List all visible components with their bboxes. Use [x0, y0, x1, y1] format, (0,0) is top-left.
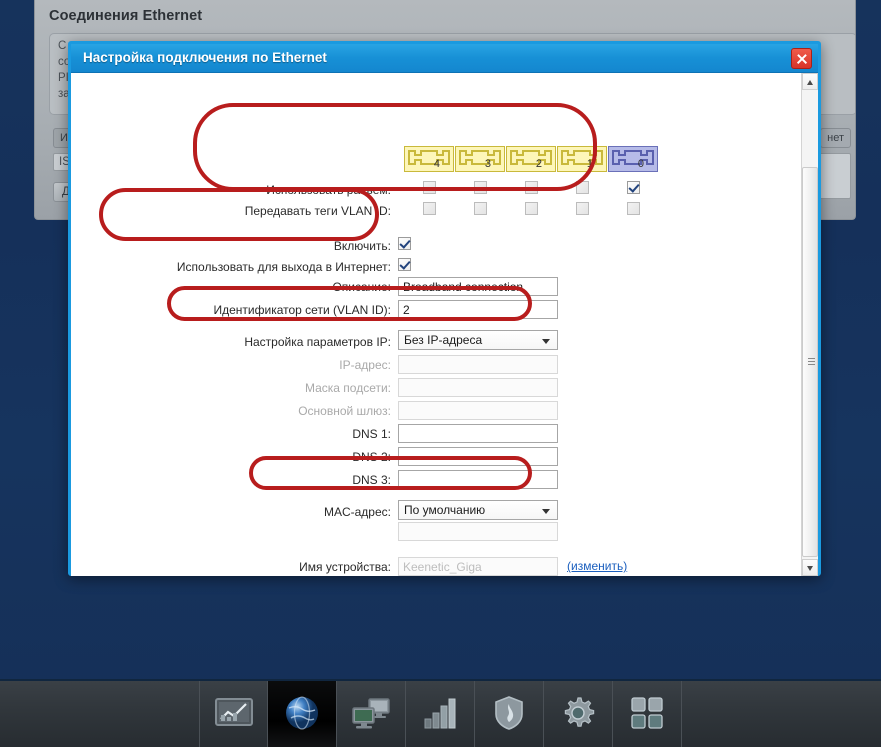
input-dns3[interactable]: [398, 470, 558, 489]
taskbar-item-network[interactable]: [337, 681, 406, 747]
label-subnet-mask: Маска подсети:: [304, 381, 391, 395]
taskbar-item-settings[interactable]: [544, 681, 613, 747]
label-ip-settings: Настройка параметров IP:: [244, 335, 391, 349]
label-vlan-id: Идентификатор сети (VLAN ID):: [213, 303, 392, 317]
label-use-port: Использовать разъем:: [266, 183, 391, 197]
firewall-shield-icon: [493, 695, 525, 736]
network-computers-icon: [350, 696, 392, 735]
globe-internet-icon: [282, 693, 322, 738]
port-icon-4: 4: [404, 146, 454, 172]
dialog-titlebar: Настройка подключения по Ethernet: [71, 44, 818, 73]
label-description: Описание:: [332, 280, 391, 294]
input-description[interactable]: [398, 277, 558, 296]
input-ip-address: [398, 355, 558, 374]
label-dns2: DNS 2:: [352, 450, 391, 464]
port-icon-0: 0: [608, 146, 658, 172]
label-dns3: DNS 3:: [352, 473, 391, 487]
scroll-down-arrow-icon[interactable]: [802, 559, 818, 576]
port-label-2: 2: [535, 158, 542, 170]
label-enable: Включить:: [333, 239, 391, 253]
checkbox-enable[interactable]: [398, 237, 411, 250]
close-icon[interactable]: [791, 48, 812, 69]
taskbar-item-internet[interactable]: [268, 681, 337, 747]
ethernet-connection-dialog: Настройка подключения по Ethernet 4 3 2: [68, 41, 821, 576]
apps-grid-icon: [630, 696, 664, 735]
label-use-for-internet: Использовать для выхода в Интернет:: [176, 260, 391, 274]
checkbox-use-port-3[interactable]: [474, 181, 487, 194]
label-pass-vlan-tags: Передавать теги VLAN ID:: [244, 204, 391, 218]
input-dns2[interactable]: [398, 447, 558, 466]
checkbox-use-port-0[interactable]: [627, 181, 640, 194]
checkbox-vlan-tag-3[interactable]: [474, 202, 487, 215]
gear-settings-icon: [560, 695, 596, 736]
label-dns1: DNS 1:: [352, 427, 391, 441]
taskbar-item-monitor[interactable]: [199, 681, 268, 747]
taskbar-item-signal[interactable]: [406, 681, 475, 747]
checkbox-use-port-4[interactable]: [423, 181, 436, 194]
input-gateway: [398, 401, 558, 420]
background-page-title: Соединения Ethernet: [49, 8, 203, 24]
port-label-0: 0: [637, 158, 644, 170]
checkbox-vlan-tag-4[interactable]: [423, 202, 436, 215]
port-label-3: 3: [484, 158, 491, 170]
checkbox-use-for-internet[interactable]: [398, 258, 411, 271]
dialog-title: Настройка подключения по Ethernet: [83, 50, 327, 65]
label-mac-address: MAC-адрес:: [323, 505, 391, 519]
signal-bars-icon: [423, 697, 457, 734]
select-ip-settings[interactable]: Без IP-адреса: [398, 330, 558, 350]
label-device-name: Имя устройства:: [299, 560, 391, 574]
taskbar-item-firewall[interactable]: [475, 681, 544, 747]
change-device-name-link[interactable]: (изменить): [567, 559, 627, 573]
port-strip: 4 3 2 1 0: [404, 146, 659, 172]
checkbox-use-port-1[interactable]: [576, 181, 589, 194]
taskbar-item-apps[interactable]: [613, 681, 682, 747]
scroll-up-arrow-icon[interactable]: [802, 73, 818, 90]
port-label-4: 4: [433, 158, 440, 170]
port-icon-1: 1: [557, 146, 607, 172]
select-mac-address[interactable]: По умолчанию: [398, 500, 558, 520]
checkbox-vlan-tag-2[interactable]: [525, 202, 538, 215]
label-ip-address: IP-адрес:: [339, 358, 391, 372]
bg-tag-right[interactable]: нет: [820, 128, 851, 148]
scrollbar-thumb[interactable]: [802, 167, 818, 557]
input-vlan-id[interactable]: [398, 300, 558, 319]
input-mac-custom: [398, 522, 558, 541]
chart-monitor-icon: [214, 697, 253, 734]
dialog-scrollbar[interactable]: [801, 73, 818, 576]
input-device-name: [398, 557, 558, 576]
dialog-body: 4 3 2 1 0 Использовать разъем: Передават…: [71, 73, 818, 576]
port-icon-2: 2: [506, 146, 556, 172]
label-gateway: Основной шлюз:: [298, 404, 391, 418]
desktop: Соединения Ethernet С со PI за Ин ISP До…: [0, 0, 881, 747]
bg-fragment-1: С: [58, 40, 67, 52]
port-icon-3: 3: [455, 146, 505, 172]
taskbar: [0, 679, 881, 747]
input-dns1[interactable]: [398, 424, 558, 443]
checkbox-use-port-2[interactable]: [525, 181, 538, 194]
input-subnet-mask: [398, 378, 558, 397]
port-label-1: 1: [586, 158, 593, 170]
checkbox-vlan-tag-0[interactable]: [627, 202, 640, 215]
checkbox-vlan-tag-1[interactable]: [576, 202, 589, 215]
